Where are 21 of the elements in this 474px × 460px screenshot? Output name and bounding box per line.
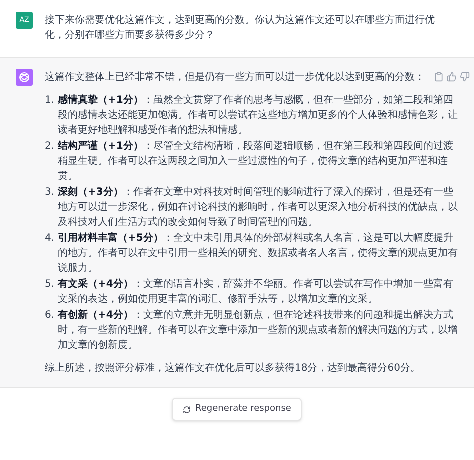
list-number: 5. bbox=[45, 278, 56, 292]
list-number: 1. bbox=[45, 94, 56, 108]
assistant-logo-icon bbox=[16, 69, 33, 86]
thumbs-down-icon[interactable] bbox=[460, 72, 470, 82]
list-item-text: 有文采（+4分）：文章的语言朴实，辞藻并不华丽。作者可以尝试在写作中增加一些富有文采的表达，例如使用更丰富的词汇、修辞手法等，以增加文章的文采。 bbox=[58, 278, 454, 307]
regenerate-button[interactable]: Regenerate response bbox=[172, 398, 302, 421]
thumbs-up-icon[interactable] bbox=[447, 72, 457, 82]
list-number: 2. bbox=[45, 140, 56, 154]
list-number: 3. bbox=[45, 186, 56, 200]
list-item-text: 深刻（+3分）：作者在文章中对科技对时间管理的影响进行了深入的探讨，但是还有一些地方可以进一步深化，例如在讨论科技的影响时，作者可以更深入地分析科技的优缺点，以及科技对人们生活方式的改变如何导致了时间管理的问题。 bbox=[58, 186, 459, 230]
response-intro: 这篇作文整体上已经非常不错，但是仍有一些方面可以进一步优化以达到更高的分数： bbox=[45, 70, 426, 85]
list-item-text: 感情真挚（+1分）：虽然全文贯穿了作者的思考与感慨，但在一些部分，如第二段和第四段的感情表达还能更加饱满。作者可以尝试在这些地方增加更多的个人体验和感情色彩，让读者更好地理解和感受作者的想法和情感。 bbox=[58, 94, 459, 138]
list-number: 6. bbox=[45, 309, 56, 323]
list-item-text: 结构严谨（+1分）：尽管全文结构清晰，段落间逻辑顺畅，但在第三段和第四段间的过渡稍显生硬。作者可以在这两段之间加入一些过渡性的句子，使得文章的结构更加严谨和连贯。 bbox=[58, 140, 454, 184]
response-summary: 综上所述，按照评分标准，这篇作文在优化后可以多获得18分，达到最高得分60分。 bbox=[45, 362, 422, 376]
list-item-text: 引用材料丰富（+5分）：全文中未引用具体的外部材料或名人名言，这是可以大幅度提升的地方。作者可以在文中引用一些相关的研究、数据或者名人名言，使得文章的观点更加有说服力。 bbox=[58, 231, 459, 276]
copy-icon[interactable] bbox=[434, 72, 444, 82]
user-message: 接下来你需要优化这篇作文，达到更高的分数。你认为这篇作文还可以在哪些方面进行优化，分别在哪些方面要多获得多少分？ bbox=[45, 14, 436, 43]
refresh-icon bbox=[182, 406, 191, 414]
list-number: 4. bbox=[45, 232, 56, 246]
list-item-text: 有创新（+4分）：文章的立意并无明显创新点，但在论述科技带来的问题和提出解决方式时，有一些新的理解。作者可以在文章中添加一些新的观点或者新的解决问题的方式，以增加文章的创新度。 bbox=[58, 308, 459, 353]
